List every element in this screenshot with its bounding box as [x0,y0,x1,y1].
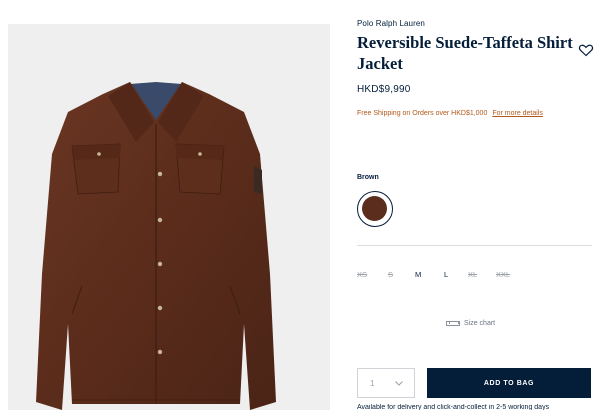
divider [357,245,592,246]
heart-icon[interactable] [578,42,594,58]
shipping-details-link[interactable]: For more details [492,110,543,117]
chevron-down-icon [395,381,403,386]
color-swatch-brown[interactable] [357,191,393,227]
size-option-xl[interactable]: XL [468,270,477,279]
ruler-icon [446,321,460,326]
quantity-value: 1 [370,378,375,388]
color-label: Brown [357,174,379,181]
size-chart-link[interactable]: Size chart [446,320,495,327]
delivery-note: Available for delivery and click-and-col… [357,404,550,410]
jacket-illustration [36,82,276,410]
size-option-xs[interactable]: XS [357,270,367,279]
size-chart-label: Size chart [464,320,496,327]
swatch-fill [362,196,387,221]
shipping-notice: Free Shipping on Orders over HKD$1,000 F… [357,110,543,117]
shipping-text: Free Shipping on Orders over HKD$1,000 [357,110,488,117]
brand-name[interactable]: Polo Ralph Lauren [357,19,425,28]
size-option-xxl[interactable]: XXL [496,270,510,279]
product-title: Reversible Suede-Taffeta Shirt Jacket [357,33,573,73]
size-option-l[interactable]: L [444,270,448,279]
product-image[interactable] [8,24,330,410]
quantity-select[interactable]: 1 [357,368,415,398]
add-to-bag-button[interactable]: ADD TO BAG [427,368,591,398]
product-price: HKD$9,990 [357,84,411,95]
size-option-m[interactable]: M [415,270,421,279]
size-option-s[interactable]: S [388,270,393,279]
